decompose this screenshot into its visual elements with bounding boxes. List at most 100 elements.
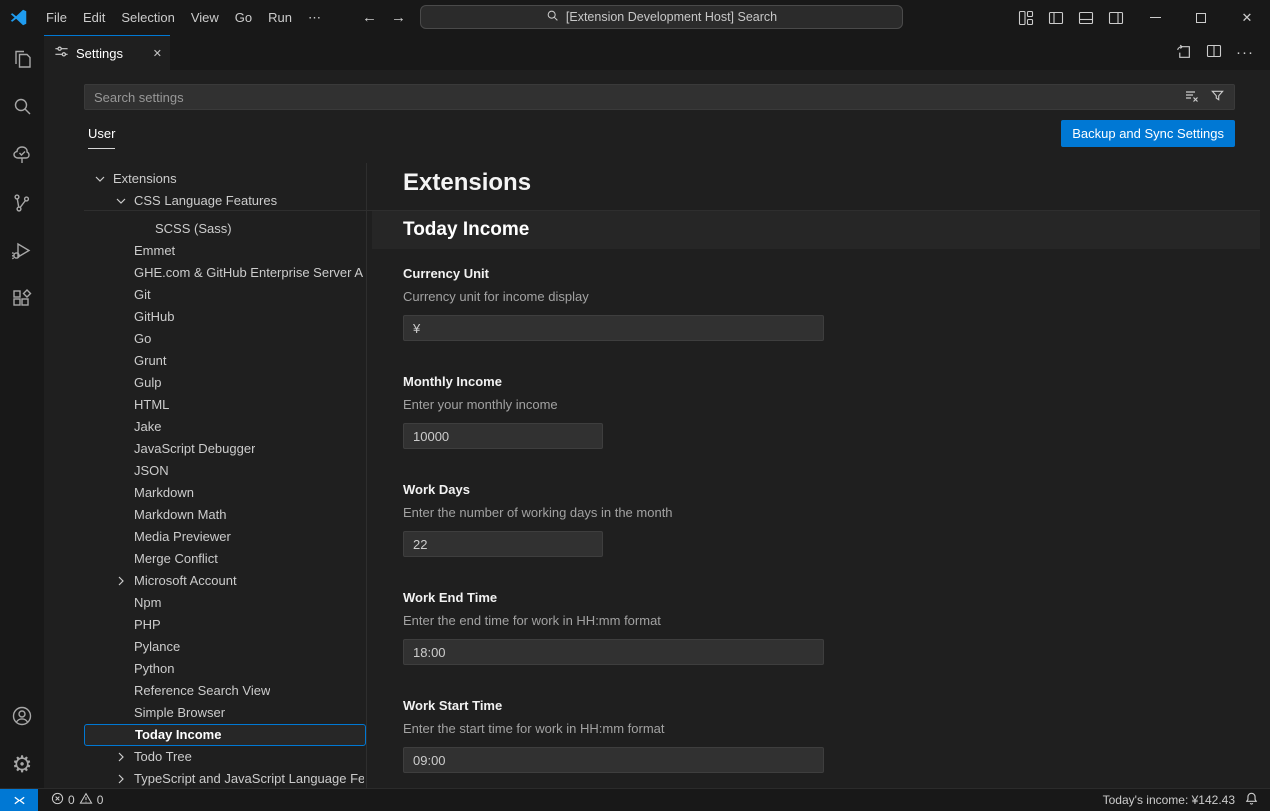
toc-item-label: TypeScript and JavaScript Language Fe... [134, 768, 364, 790]
run-and-debug-icon[interactable] [0, 227, 44, 275]
toc-item-today-income[interactable]: Today Income [84, 724, 366, 746]
editor-tab-strip: Settings ✕ ··· [44, 35, 1270, 70]
menu-bar: FileEditSelectionViewGoRun⋯ [38, 7, 329, 29]
error-icon [51, 792, 64, 808]
toc-item-label: Markdown Math [134, 504, 226, 526]
currency-unit-input[interactable] [403, 315, 824, 341]
toc-item-javascript-debugger[interactable]: JavaScript Debugger [84, 438, 366, 460]
toc-item-merge-conflict[interactable]: Merge Conflict [84, 548, 366, 570]
settings-editor: Search settings User Backup and Sync Set… [44, 70, 1270, 788]
toc-item-html[interactable]: HTML [84, 394, 366, 416]
toc-item-markdown[interactable]: Markdown [84, 482, 366, 504]
chevron-right-icon[interactable] [113, 749, 129, 765]
toc-item-media-previewer[interactable]: Media Previewer [84, 526, 366, 548]
toc-item-scss-sass[interactable]: SCSS (Sass) [84, 218, 366, 240]
settings-gear-icon[interactable]: ⚙ [0, 740, 44, 788]
more-actions-icon[interactable]: ··· [1236, 44, 1254, 61]
search-view-icon[interactable] [0, 83, 44, 131]
chevron-down-icon[interactable] [92, 171, 108, 187]
vscode-window: FileEditSelectionViewGoRun⋯ ← → [Extensi… [0, 0, 1270, 811]
menu-go[interactable]: Go [227, 7, 260, 29]
menu-item[interactable]: ⋯ [300, 7, 329, 29]
explorer-icon[interactable] [0, 35, 44, 83]
toc-item-label: Pylance [134, 636, 180, 658]
scope-tab-user[interactable]: User [88, 126, 115, 149]
toc-item-label: HTML [134, 394, 169, 416]
toc-item-reference-search-view[interactable]: Reference Search View [84, 680, 366, 702]
section-header: Today Income [372, 211, 1260, 249]
command-center[interactable]: [Extension Development Host] Search [420, 5, 903, 29]
chevron-right-icon[interactable] [113, 771, 129, 787]
setting-work-start-time: Work Start Time Enter the start time for … [403, 698, 1220, 773]
toc-item-microsoft-account[interactable]: Microsoft Account [84, 570, 366, 592]
toc-item-label: Git [134, 284, 151, 306]
toc-item-typescript-and-javascript-language-fe[interactable]: TypeScript and JavaScript Language Fe... [84, 768, 366, 790]
today-income-status[interactable]: Today's income: ¥142.43 [1103, 793, 1235, 807]
monthly-income-input[interactable] [403, 423, 603, 449]
toc-item-label: Python [134, 658, 174, 680]
toc-item-todo-tree[interactable]: Todo Tree [84, 746, 366, 768]
minimize-button[interactable] [1132, 0, 1178, 35]
toc-item-json[interactable]: JSON [84, 460, 366, 482]
toc-item-markdown-math[interactable]: Markdown Math [84, 504, 366, 526]
menu-file[interactable]: File [38, 7, 75, 29]
chevron-down-icon[interactable] [113, 193, 129, 209]
toggle-panel-icon[interactable] [1072, 4, 1100, 32]
back-arrow-icon[interactable]: ← [362, 9, 377, 26]
todo-tree-icon[interactable] [0, 131, 44, 179]
toc-sash[interactable] [366, 163, 367, 788]
remote-indicator[interactable] [0, 789, 38, 811]
problems-status[interactable]: 0 0 [46, 792, 108, 808]
open-settings-json-icon[interactable] [1175, 43, 1192, 63]
setting-monthly-income: Monthly IncomeEnter your monthly income [403, 374, 1220, 449]
toc-item-php[interactable]: PHP [84, 614, 366, 636]
setting-label: Work Days [403, 482, 1220, 497]
toc-item-css-language-features[interactable]: CSS Language Features [84, 190, 366, 212]
toc-item-label: Media Previewer [134, 526, 231, 548]
split-editor-icon[interactable] [1206, 43, 1222, 62]
toggle-primary-sidebar-icon[interactable] [1042, 4, 1070, 32]
tab-settings[interactable]: Settings ✕ [44, 35, 170, 70]
setting-label: Work Start Time [403, 698, 1220, 713]
settings-search-placeholder: Search settings [94, 90, 184, 105]
toc-item-github[interactable]: GitHub [84, 306, 366, 328]
settings-list: Extensions Today Income Currency UnitCur… [372, 70, 1260, 788]
vscode-logo-icon [9, 8, 28, 27]
toc-item-simple-browser[interactable]: Simple Browser [84, 702, 366, 724]
extensions-icon[interactable] [0, 275, 44, 323]
work-start-time-input[interactable] [403, 747, 824, 773]
toggle-secondary-sidebar-icon[interactable] [1102, 4, 1130, 32]
toc-item-pylance[interactable]: Pylance [84, 636, 366, 658]
toc-item-emmet[interactable]: Emmet [84, 240, 366, 262]
work-days-input[interactable] [403, 531, 603, 557]
toc-item-python[interactable]: Python [84, 658, 366, 680]
menu-run[interactable]: Run [260, 7, 300, 29]
chevron-right-icon[interactable] [113, 573, 129, 589]
close-button[interactable]: ✕ [1224, 0, 1270, 35]
toc-item-extensions[interactable]: Extensions [84, 168, 366, 190]
activity-bar: ⚙ [0, 35, 44, 788]
toc-item-go[interactable]: Go [84, 328, 366, 350]
customize-layout-icon[interactable] [1012, 4, 1040, 32]
forward-arrow-icon[interactable]: → [391, 9, 406, 26]
setting-work-days: Work DaysEnter the number of working day… [403, 482, 1220, 557]
menu-selection[interactable]: Selection [113, 7, 182, 29]
toc-item-git[interactable]: Git [84, 284, 366, 306]
toc-item-ghe-com-github-enterprise-server-a[interactable]: GHE.com & GitHub Enterprise Server A... [84, 262, 366, 284]
toc-item-npm[interactable]: Npm [84, 592, 366, 614]
source-control-icon[interactable] [0, 179, 44, 227]
toc-item-gulp[interactable]: Gulp [84, 372, 366, 394]
setting-description: Enter the start time for work in HH:mm f… [403, 721, 1220, 736]
menu-edit[interactable]: Edit [75, 7, 113, 29]
menu-view[interactable]: View [183, 7, 227, 29]
toc-item-grunt[interactable]: Grunt [84, 350, 366, 372]
toc-item-jake[interactable]: Jake [84, 416, 366, 438]
account-icon[interactable] [0, 692, 44, 740]
maximize-button[interactable] [1178, 0, 1224, 35]
command-center-title: [Extension Development Host] Search [566, 10, 777, 24]
toc-item-label: Today Income [135, 724, 221, 746]
notifications-bell-icon[interactable] [1244, 791, 1259, 809]
work-end-time-input[interactable] [403, 639, 824, 665]
tab-close-icon[interactable]: ✕ [153, 47, 162, 60]
setting-description: Currency unit for income display [403, 289, 1220, 304]
